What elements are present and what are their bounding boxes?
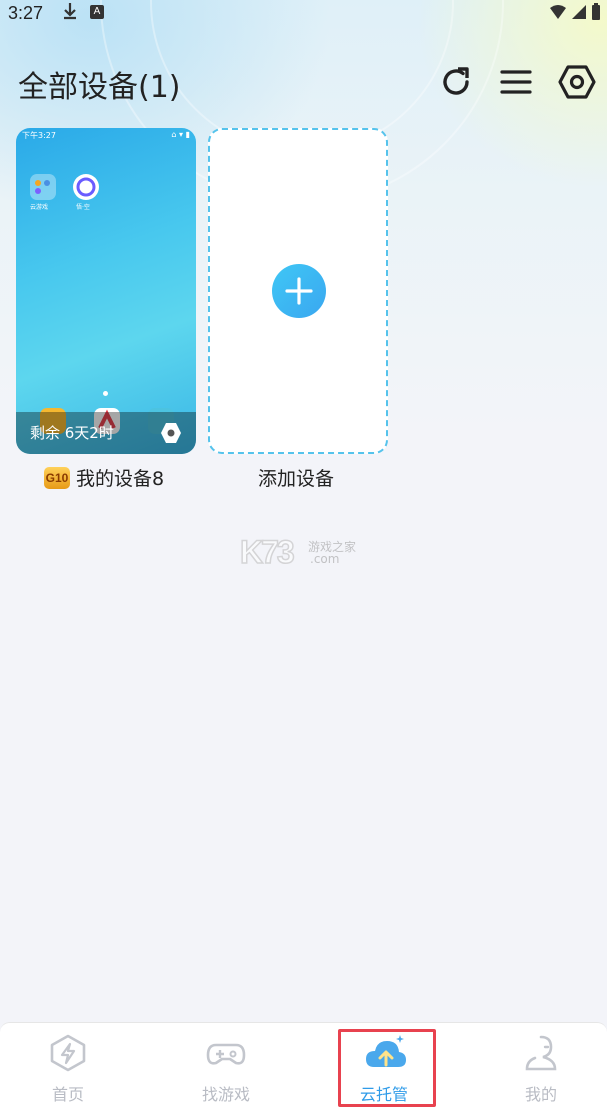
wifi-icon <box>550 5 566 19</box>
status-right-icons <box>549 3 601 21</box>
mini-icon-label: 悟·空 <box>76 204 90 211</box>
watermark: K73 游戏之家 .com <box>239 533 356 571</box>
download-icon <box>62 2 78 25</box>
add-icon[interactable] <box>272 264 326 318</box>
vip-badge: G10 <box>44 466 70 489</box>
folder-icon <box>30 174 56 200</box>
mini-status-icons: ⌂ ▾ ▮ <box>171 130 190 139</box>
refresh-icon[interactable] <box>438 64 474 100</box>
settings-icon[interactable] <box>558 64 596 100</box>
tab-find-games-label: 找游戏 <box>201 1085 250 1104</box>
profile-icon <box>521 1033 561 1073</box>
remaining-time: 剩余 6天2时 <box>30 424 114 442</box>
tab-mine[interactable]: 我的 <box>481 1023 601 1107</box>
device-settings-icon[interactable] <box>160 422 182 444</box>
device-name: 我的设备8 <box>76 468 165 490</box>
watermark-domain: .com <box>310 552 340 566</box>
device-name-row: G10 我的设备8 <box>44 464 164 491</box>
bottom-tab-bar: 首页 找游戏 云托管 我的 <box>0 1022 607 1107</box>
status-time: 3:27 <box>8 3 44 23</box>
tab-mine-label: 我的 <box>524 1085 557 1104</box>
status-bar: 3:27 A <box>0 0 607 28</box>
add-device-label: 添加设备 <box>258 468 335 490</box>
mini-icon-label: 云游戏 <box>30 204 49 211</box>
add-device-card[interactable] <box>208 128 388 454</box>
tab-home-label: 首页 <box>51 1085 84 1104</box>
menu-icon[interactable] <box>498 64 534 100</box>
mini-time: 下午3:27 <box>22 131 56 140</box>
battery-icon <box>592 3 600 20</box>
device-card[interactable]: 下午3:27 ⌂ ▾ ▮ 云游戏 悟·空 剩余 6天2时 <box>16 128 196 454</box>
tab-find-games[interactable]: 找游戏 <box>166 1023 286 1107</box>
app-notification-icon: A <box>90 5 104 19</box>
tab-home[interactable]: 首页 <box>8 1023 128 1107</box>
home-icon <box>48 1033 88 1073</box>
mini-status-bar: 下午3:27 ⌂ ▾ ▮ <box>22 130 190 141</box>
gamepad-icon <box>206 1033 246 1073</box>
signal-icon <box>572 5 586 19</box>
app-icon <box>73 174 99 200</box>
watermark-logo: K73 <box>239 533 295 571</box>
active-tab-highlight <box>338 1029 436 1107</box>
page-title: 全部设备(1) <box>18 70 181 105</box>
page-dot <box>103 391 108 396</box>
